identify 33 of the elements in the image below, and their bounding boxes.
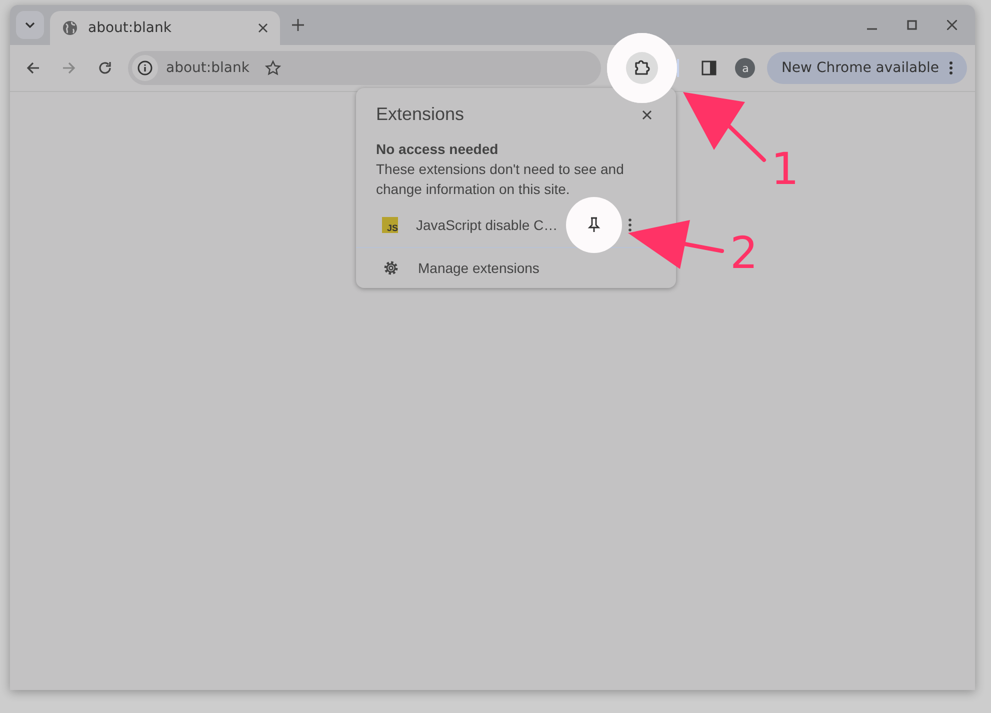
tab-search-button[interactable] <box>16 11 44 39</box>
maximize-icon[interactable] <box>907 20 917 30</box>
more-icon[interactable] <box>628 218 632 232</box>
pin-icon <box>586 217 601 233</box>
gear-icon <box>382 259 400 277</box>
back-icon[interactable] <box>26 61 40 75</box>
close-window-icon[interactable] <box>947 20 957 30</box>
more-icon <box>949 61 953 75</box>
extension-name[interactable]: JavaScript disable C… <box>416 217 558 233</box>
side-panel-icon[interactable] <box>701 60 718 76</box>
chevron-down-icon <box>25 22 35 28</box>
address-text: about:blank <box>166 60 250 76</box>
close-icon[interactable] <box>642 110 652 120</box>
profile-avatar[interactable]: a <box>735 58 756 78</box>
site-info-icon[interactable] <box>132 55 158 81</box>
new-tab-icon[interactable] <box>292 19 304 31</box>
popup-title: Extensions <box>376 104 464 125</box>
update-button[interactable]: New Chrome available <box>767 52 967 84</box>
annotation-number: 2 <box>730 232 758 276</box>
section-title: No access needed <box>375 140 500 159</box>
manage-extensions-label: Manage extensions <box>418 260 540 276</box>
browser-tab[interactable]: about:blank <box>50 11 280 45</box>
bookmark-star-icon[interactable] <box>265 60 282 76</box>
extension-logo-icon: JS <box>382 217 398 233</box>
puzzle-icon <box>633 59 652 77</box>
address-bar[interactable]: about:blank <box>128 51 602 85</box>
annotation-number: 1 <box>771 148 799 192</box>
tab-title: about:blank <box>88 20 172 36</box>
close-icon[interactable] <box>258 23 268 33</box>
reload-icon[interactable] <box>98 61 112 75</box>
globe-icon <box>62 20 78 36</box>
manage-extensions-item[interactable]: Manage extensions <box>356 248 550 288</box>
section-description: These extensions don't need to see and change information on this site. <box>375 160 625 199</box>
